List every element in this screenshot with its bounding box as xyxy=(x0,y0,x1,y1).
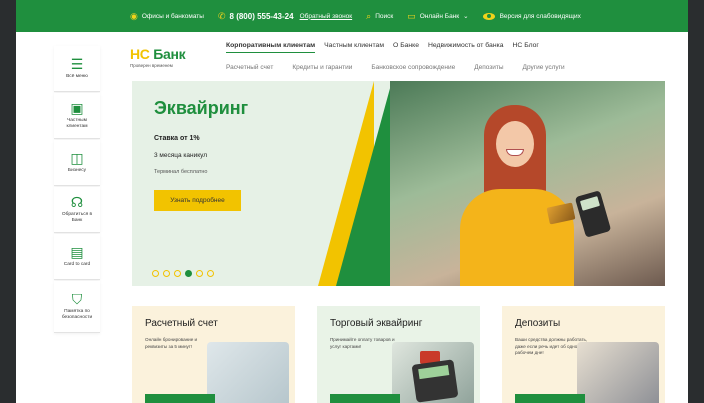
nav-blog[interactable]: НС Блог xyxy=(512,42,538,53)
eye-icon xyxy=(482,12,495,20)
sidebar-item-label: Обратиться в Банк xyxy=(61,212,93,223)
phone-block[interactable]: ✆ 8 (800) 555-43-24 Обратный звонок xyxy=(217,10,353,21)
carousel-dot[interactable] xyxy=(152,270,159,277)
sidebar-item-security[interactable]: ⛉ Памятка по безопасности xyxy=(54,281,100,333)
top-bar: ◉ Офисы и банкоматы ✆ 8 (800) 555-43-24 … xyxy=(16,0,688,32)
product-card-deposits[interactable]: Депозиты Ваши средства должны работать, … xyxy=(502,306,665,403)
phone-number[interactable]: 8 (800) 555-43-24 xyxy=(230,12,294,21)
product-cards: Расчетный счет Онлайн бронирование и рек… xyxy=(132,306,665,403)
logo-hc: НС xyxy=(130,46,150,62)
sidebar-item-label: Всё меню xyxy=(66,74,88,80)
nav-real-estate[interactable]: Недвижимость от банка xyxy=(428,42,503,53)
carousel-dot[interactable] xyxy=(196,270,203,277)
chevron-down-icon: ⌄ xyxy=(463,13,469,20)
wallet-icon: ▣ xyxy=(70,100,84,117)
carousel-dot[interactable] xyxy=(207,270,214,277)
product-card-image xyxy=(207,342,289,403)
product-card-settlement-account[interactable]: Расчетный счет Онлайн бронирование и рек… xyxy=(132,306,295,403)
hero-title: Эквайринг xyxy=(154,98,249,118)
search-icon: ⌕ xyxy=(366,10,372,21)
sidebar-item-label: Бизнесу xyxy=(67,168,87,174)
carousel-dot[interactable] xyxy=(174,270,181,277)
online-bank-label: Онлайн Банк xyxy=(419,12,460,20)
search-link[interactable]: ⌕ Поиск xyxy=(366,10,394,21)
location-pin-icon: ◉ xyxy=(130,10,138,21)
main-navigation: Корпоративным клиентам Частным клиентам … xyxy=(226,42,548,53)
subnav-settlement-account[interactable]: Расчетный счет xyxy=(226,64,273,71)
hero-green-stripe xyxy=(336,81,392,286)
accessibility-link[interactable]: Версия для слабовидящих xyxy=(482,12,581,20)
hero-holidays: 3 месяца каникул xyxy=(154,152,208,159)
logo-bank: Банк xyxy=(153,46,186,62)
sidebar-item-card-to-card[interactable]: ▤ Card to card xyxy=(54,234,100,280)
carousel-dots xyxy=(152,270,218,277)
product-card-button[interactable] xyxy=(515,394,585,403)
product-card-title: Расчетный счет xyxy=(145,318,218,329)
search-label: Поиск xyxy=(375,12,394,20)
sidebar-item-label: Частным клиентам xyxy=(66,118,88,129)
logo-slogan: Проверен временем xyxy=(130,63,173,68)
offices-label: Офисы и банкоматы xyxy=(141,12,204,20)
monitor-icon: ▭ xyxy=(407,10,416,21)
phone-icon: ✆ xyxy=(217,10,226,21)
menu-icon: ☰ xyxy=(70,56,84,73)
product-card-acquiring[interactable]: Торговый эквайринг Принимайте оплату тов… xyxy=(317,306,480,403)
learn-more-button[interactable]: Узнать подробнее xyxy=(154,190,241,211)
subnav-credits[interactable]: Кредиты и гарантии xyxy=(292,64,352,71)
card-transfer-icon: ▤ xyxy=(70,244,84,261)
window-frame-left xyxy=(0,0,16,403)
callback-link[interactable]: Обратный звонок xyxy=(300,13,353,20)
sidebar-item-label: Памятка по безопасности xyxy=(61,309,93,320)
shield-icon: ⛉ xyxy=(71,291,83,308)
sidebar-item-label: Card to card xyxy=(63,262,91,268)
window-frame-right xyxy=(688,0,704,403)
nav-private-clients[interactable]: Частным клиентам xyxy=(324,42,384,53)
headset-icon: ☊ xyxy=(70,194,84,211)
bank-homepage: ◉ Офисы и банкоматы ✆ 8 (800) 555-43-24 … xyxy=(16,0,688,403)
hero-photo-woman xyxy=(454,105,580,286)
product-card-title: Депозиты xyxy=(515,318,561,329)
subnav-other-services[interactable]: Другие услуги xyxy=(523,64,565,71)
product-card-button[interactable] xyxy=(330,394,400,403)
product-card-title: Торговый эквайринг xyxy=(330,318,423,329)
sidebar-item-all-menu[interactable]: ☰ Всё меню xyxy=(54,46,100,92)
accessibility-label: Версия для слабовидящих xyxy=(499,12,581,20)
subnav-banking-support[interactable]: Банковское сопровождение xyxy=(371,64,455,71)
product-card-button[interactable] xyxy=(145,394,215,403)
bank-logo[interactable]: НС Банк Проверен временем xyxy=(130,46,186,68)
sub-navigation: Расчетный счет Кредиты и гарантии Банков… xyxy=(226,64,584,71)
hero-rate: Ставка от 1% xyxy=(154,135,200,142)
subnav-deposits[interactable]: Депозиты xyxy=(474,64,503,71)
carousel-dot[interactable] xyxy=(163,270,170,277)
nav-about-bank[interactable]: О Банке xyxy=(393,42,419,53)
sidebar-item-contact-bank[interactable]: ☊ Обратиться в Банк xyxy=(54,187,100,233)
sidebar-item-business[interactable]: ◫ Бизнесу xyxy=(54,140,100,186)
sidebar-item-private-clients[interactable]: ▣ Частным клиентам xyxy=(54,93,100,139)
logo-wordmark: НС Банк xyxy=(130,46,186,62)
hero-terminal-note: Терминал бесплатно xyxy=(154,169,208,175)
nav-corporate-clients[interactable]: Корпоративным клиентам xyxy=(226,42,316,53)
offices-link[interactable]: ◉ Офисы и банкоматы xyxy=(130,10,204,21)
payment-terminal-image xyxy=(411,359,459,403)
product-card-image xyxy=(577,342,659,403)
online-bank-dropdown[interactable]: ▭ Онлайн Банк ⌄ xyxy=(407,10,469,21)
briefcase-icon: ◫ xyxy=(70,150,84,167)
left-sidebar: ☰ Всё меню ▣ Частным клиентам ◫ Бизнесу … xyxy=(54,46,100,334)
carousel-dot[interactable] xyxy=(185,270,192,277)
hero-banner: Эквайринг Ставка от 1% 3 месяца каникул … xyxy=(132,81,665,286)
